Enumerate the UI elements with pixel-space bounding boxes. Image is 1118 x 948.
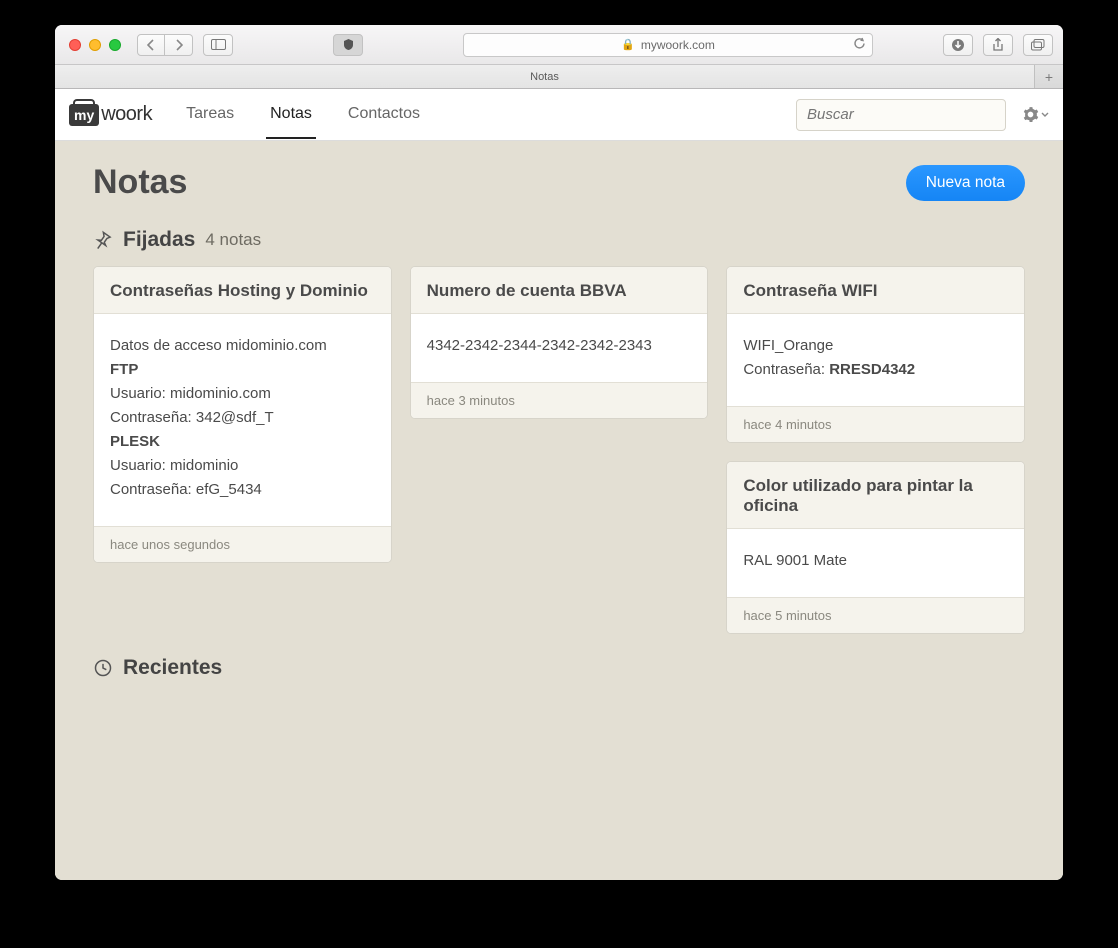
chevron-right-icon	[175, 39, 183, 51]
browser-toolbar: 🔒 mywoork.com	[55, 25, 1063, 65]
tab-label: Notas	[530, 71, 559, 83]
note-body: WIFI_OrangeContraseña: RRESD4342	[727, 314, 1024, 406]
download-icon	[951, 38, 965, 52]
chevron-down-icon	[1041, 112, 1049, 118]
forward-button[interactable]	[165, 34, 193, 56]
minimize-window-button[interactable]	[89, 39, 101, 51]
pin-icon	[93, 230, 113, 250]
note-body: RAL 9001 Mate	[727, 529, 1024, 597]
note-card[interactable]: Contraseñas Hosting y Dominio Datos de a…	[93, 266, 392, 563]
gear-icon	[1022, 106, 1039, 123]
window-controls	[69, 39, 121, 51]
share-button[interactable]	[983, 34, 1013, 56]
pinned-section-header: Fijadas 4 notas	[93, 228, 1025, 252]
browser-window: 🔒 mywoork.com Notas + my	[55, 25, 1063, 880]
note-timestamp: hace 4 minutos	[727, 406, 1024, 442]
share-icon	[992, 38, 1004, 52]
note-card[interactable]: Contraseña WIFI WIFI_OrangeContraseña: R…	[726, 266, 1025, 443]
pinned-label: Fijadas	[123, 228, 195, 252]
clock-icon	[93, 658, 113, 678]
page-title: Notas	[93, 163, 187, 202]
address-bar[interactable]: 🔒 mywoork.com	[463, 33, 873, 57]
nav-tareas[interactable]: Tareas	[182, 91, 238, 139]
pinned-count: 4 notas	[205, 230, 261, 250]
main-nav: Tareas Notas Contactos	[182, 91, 424, 139]
url-text: mywoork.com	[641, 38, 715, 52]
reload-icon	[853, 37, 866, 50]
recent-label: Recientes	[123, 656, 222, 680]
lock-icon: 🔒	[621, 38, 635, 51]
settings-menu-button[interactable]	[1022, 106, 1049, 123]
recent-section-header: Recientes	[93, 656, 1025, 680]
app-logo[interactable]: my woork	[69, 103, 152, 126]
nav-buttons	[137, 34, 193, 56]
downloads-button[interactable]	[943, 34, 973, 56]
note-timestamp: hace unos segundos	[94, 526, 391, 562]
new-tab-button[interactable]: +	[1035, 65, 1063, 88]
note-card[interactable]: Numero de cuenta BBVA 4342-2342-2344-234…	[410, 266, 709, 419]
search-input[interactable]	[796, 99, 1006, 131]
browser-tabbar: Notas +	[55, 65, 1063, 89]
toolbar-right	[943, 34, 1053, 56]
tabs-icon	[1031, 39, 1045, 51]
shield-icon	[342, 38, 355, 51]
reader-button[interactable]	[333, 34, 363, 56]
note-timestamp: hace 5 minutos	[727, 597, 1024, 633]
note-card[interactable]: Color utilizado para pintar la oficina R…	[726, 461, 1025, 634]
note-title: Numero de cuenta BBVA	[411, 267, 708, 314]
note-timestamp: hace 3 minutos	[411, 382, 708, 418]
sidebar-icon	[211, 39, 226, 50]
browser-tab[interactable]: Notas	[55, 65, 1035, 88]
back-button[interactable]	[137, 34, 165, 56]
note-title: Contraseña WIFI	[727, 267, 1024, 314]
page-header: Notas Nueva nota	[93, 163, 1025, 202]
notes-grid: Contraseñas Hosting y Dominio Datos de a…	[93, 266, 1025, 634]
app-header: my woork Tareas Notas Contactos	[55, 89, 1063, 141]
logo-badge: my	[69, 104, 99, 126]
note-title: Contraseñas Hosting y Dominio	[94, 267, 391, 314]
reload-button[interactable]	[853, 37, 866, 53]
tabs-button[interactable]	[1023, 34, 1053, 56]
note-title: Color utilizado para pintar la oficina	[727, 462, 1024, 529]
nav-contactos[interactable]: Contactos	[344, 91, 424, 139]
note-body: 4342-2342-2344-2342-2342-2343	[411, 314, 708, 382]
note-body: Datos de acceso midominio.comFTPUsuario:…	[94, 314, 391, 526]
maximize-window-button[interactable]	[109, 39, 121, 51]
logo-text: woork	[101, 103, 152, 126]
new-note-button[interactable]: Nueva nota	[906, 165, 1025, 201]
close-window-button[interactable]	[69, 39, 81, 51]
sidebar-toggle-button[interactable]	[203, 34, 233, 56]
nav-notas[interactable]: Notas	[266, 91, 316, 139]
app-viewport: my woork Tareas Notas Contactos Notas Nu…	[55, 89, 1063, 880]
page-content: Notas Nueva nota Fijadas 4 notas Contras…	[55, 141, 1063, 716]
chevron-left-icon	[147, 39, 155, 51]
